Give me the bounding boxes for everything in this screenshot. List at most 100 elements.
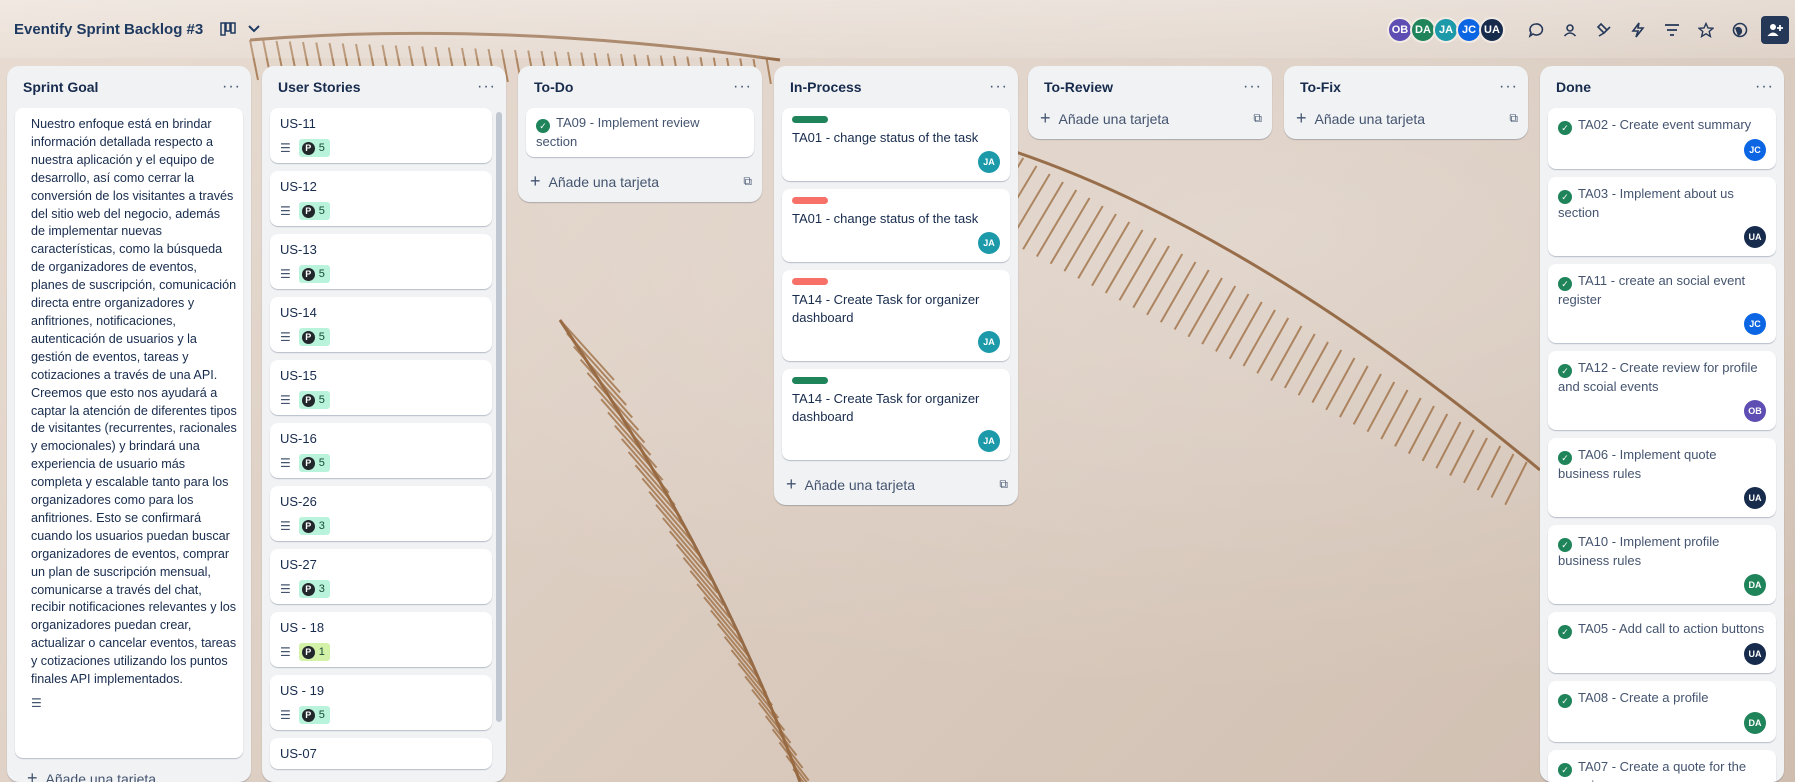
card-title: US - 19 — [280, 683, 325, 698]
add-card-button[interactable]: + Añade una tarjeta — [15, 766, 243, 782]
user-story-card[interactable]: US-13 ☰ P 5 — [270, 234, 492, 289]
task-card[interactable]: ✓ TA09 - Implement review section — [526, 108, 754, 157]
add-card-button[interactable]: + Añade una tarjeta ⧉ — [1028, 108, 1272, 139]
scrollbar[interactable] — [496, 112, 502, 722]
board-title[interactable]: Eventify Sprint Backlog #3 — [14, 21, 203, 38]
points-icon: P — [301, 141, 315, 155]
story-points-badge: P1 — [298, 643, 330, 661]
task-card[interactable]: ✓ TA08 - Create a profile DA — [1548, 681, 1776, 742]
user-story-card[interactable]: US - 18 ☰ P 1 — [270, 612, 492, 667]
comment-icon[interactable] — [1523, 17, 1549, 43]
card-label[interactable] — [792, 197, 828, 204]
user-story-card[interactable]: US-11 ☰ P 5 — [270, 108, 492, 163]
story-points-badge: P5 — [298, 139, 330, 157]
card-title: US - 18 — [280, 620, 325, 635]
list-title[interactable]: To-Review — [1044, 79, 1113, 95]
user-story-card[interactable]: US-16 ☰ P 5 — [270, 423, 492, 478]
task-card[interactable]: ✓ TA11 - create an social event register J… — [1548, 264, 1776, 343]
task-card[interactable]: TA01 - change status of the task JA — [782, 108, 1010, 181]
task-card[interactable]: ✓TA07 - Create a quote for the organizer — [1548, 750, 1776, 782]
add-card-button[interactable]: + Añade una tarjeta ⧉ — [1284, 108, 1528, 139]
member-avatar[interactable]: OB — [1744, 400, 1766, 422]
header-actions: OB DA JA JC UA — [1387, 16, 1789, 44]
add-card-button[interactable]: + Añade una tarjeta ⧉ — [518, 165, 762, 202]
task-card[interactable]: TA14 - Create Task for organizer dashboa… — [782, 369, 1010, 460]
user-story-card[interactable]: US-26 ☰ P 3 — [270, 486, 492, 541]
list-title[interactable]: To-Do — [534, 79, 573, 95]
list-title[interactable]: In-Process — [790, 79, 862, 95]
member-avatar[interactable]: DA — [1744, 712, 1766, 734]
list-menu-icon[interactable]: ··· — [989, 78, 1008, 96]
board-view-icon[interactable] — [217, 18, 239, 40]
person-icon[interactable] — [1557, 17, 1583, 43]
user-story-card[interactable]: US-07 — [270, 738, 492, 769]
card-label[interactable] — [792, 377, 828, 384]
member-avatar[interactable]: UA — [1479, 17, 1505, 43]
list-title[interactable]: Sprint Goal — [23, 79, 98, 95]
pin-icon[interactable] — [1591, 17, 1617, 43]
member-avatar[interactable]: JC — [1744, 313, 1766, 335]
list-menu-icon[interactable]: ··· — [733, 78, 752, 96]
filter-icon[interactable] — [1659, 17, 1685, 43]
card-label[interactable] — [792, 116, 828, 123]
check-icon: ✓ — [1558, 538, 1572, 552]
template-icon[interactable]: ⧉ — [999, 477, 1008, 492]
user-story-card[interactable]: US - 19 ☰ P 5 — [270, 675, 492, 730]
chevron-down-icon[interactable] — [243, 18, 265, 40]
user-story-card[interactable]: US-14 ☰ P 5 — [270, 297, 492, 352]
member-avatar[interactable]: JA — [978, 430, 1000, 452]
list-menu-icon[interactable]: ··· — [1499, 78, 1518, 96]
member-avatar[interactable]: DA — [1744, 574, 1766, 596]
check-icon: ✓ — [1558, 451, 1572, 465]
list-menu-icon[interactable]: ··· — [222, 78, 241, 96]
card-title: US-07 — [280, 746, 317, 761]
task-card[interactable]: TA01 - change status of the task JA — [782, 189, 1010, 262]
member-avatar[interactable]: JA — [978, 331, 1000, 353]
list-menu-icon[interactable]: ··· — [477, 78, 496, 96]
member-avatar[interactable]: UA — [1744, 226, 1766, 248]
list-to-review: To-Review ··· + Añade una tarjeta ⧉ — [1028, 66, 1272, 139]
list-title[interactable]: User Stories — [278, 79, 360, 95]
task-card[interactable]: ✓ TA02 - Create event summary JC — [1548, 108, 1776, 169]
member-avatar[interactable]: UA — [1744, 487, 1766, 509]
share-icon[interactable] — [1761, 16, 1789, 44]
template-icon[interactable]: ⧉ — [743, 174, 752, 189]
card-title: TA02 - Create event summary — [1578, 117, 1752, 132]
star-icon[interactable] — [1693, 17, 1719, 43]
list-done: Done ··· ✓ TA02 - Create event summary JC ✓… — [1540, 66, 1784, 782]
story-points-value: 5 — [318, 205, 325, 217]
story-points-badge: P5 — [298, 328, 330, 346]
visibility-icon[interactable] — [1727, 17, 1753, 43]
check-icon: ✓ — [536, 119, 550, 133]
task-card[interactable]: ✓ TA12 - Create review for profile and sc… — [1548, 351, 1776, 430]
list-menu-icon[interactable]: ··· — [1243, 78, 1262, 96]
member-avatar[interactable]: JA — [978, 232, 1000, 254]
template-icon[interactable]: ⧉ — [1253, 111, 1262, 126]
user-story-card[interactable]: US-15 ☰ P 5 — [270, 360, 492, 415]
list-title[interactable]: To-Fix — [1300, 79, 1341, 95]
points-icon: P — [301, 267, 315, 281]
task-card[interactable]: ✓ TA03 - Implement about us section UA — [1548, 177, 1776, 256]
card-title: TA03 - Implement about us section — [1558, 186, 1734, 220]
description-icon: ☰ — [280, 519, 291, 533]
member-avatar[interactable]: JA — [978, 151, 1000, 173]
add-card-label: Añade una tarjeta — [45, 771, 157, 782]
card-title: US-27 — [280, 557, 317, 572]
task-card[interactable]: ✓ TA06 - Implement quote business rules UA — [1548, 438, 1776, 517]
lightning-icon[interactable] — [1625, 17, 1651, 43]
template-icon[interactable]: ⧉ — [1509, 111, 1518, 126]
member-avatar[interactable]: JC — [1744, 139, 1766, 161]
add-card-button[interactable]: + Añade una tarjeta ⧉ — [774, 468, 1018, 505]
card-title: US-14 — [280, 305, 317, 320]
user-story-card[interactable]: US-12 ☰ P 5 — [270, 171, 492, 226]
task-card[interactable]: ✓ TA10 - Implement profile business rules… — [1548, 525, 1776, 604]
board-header: Eventify Sprint Backlog #3 OB DA JA JC UA — [0, 0, 1795, 58]
user-story-card[interactable]: US-27 ☰ P 3 — [270, 549, 492, 604]
task-card[interactable]: ✓ TA05 - Add call to action buttons UA — [1548, 612, 1776, 673]
task-card[interactable]: TA14 - Create Task for organizer dashboa… — [782, 270, 1010, 361]
list-menu-icon[interactable]: ··· — [1755, 78, 1774, 96]
sprint-goal-card[interactable]: Nuestro enfoque está en brindar informac… — [15, 108, 243, 758]
list-title[interactable]: Done — [1556, 79, 1591, 95]
member-avatar[interactable]: UA — [1744, 643, 1766, 665]
card-label[interactable] — [792, 278, 828, 285]
